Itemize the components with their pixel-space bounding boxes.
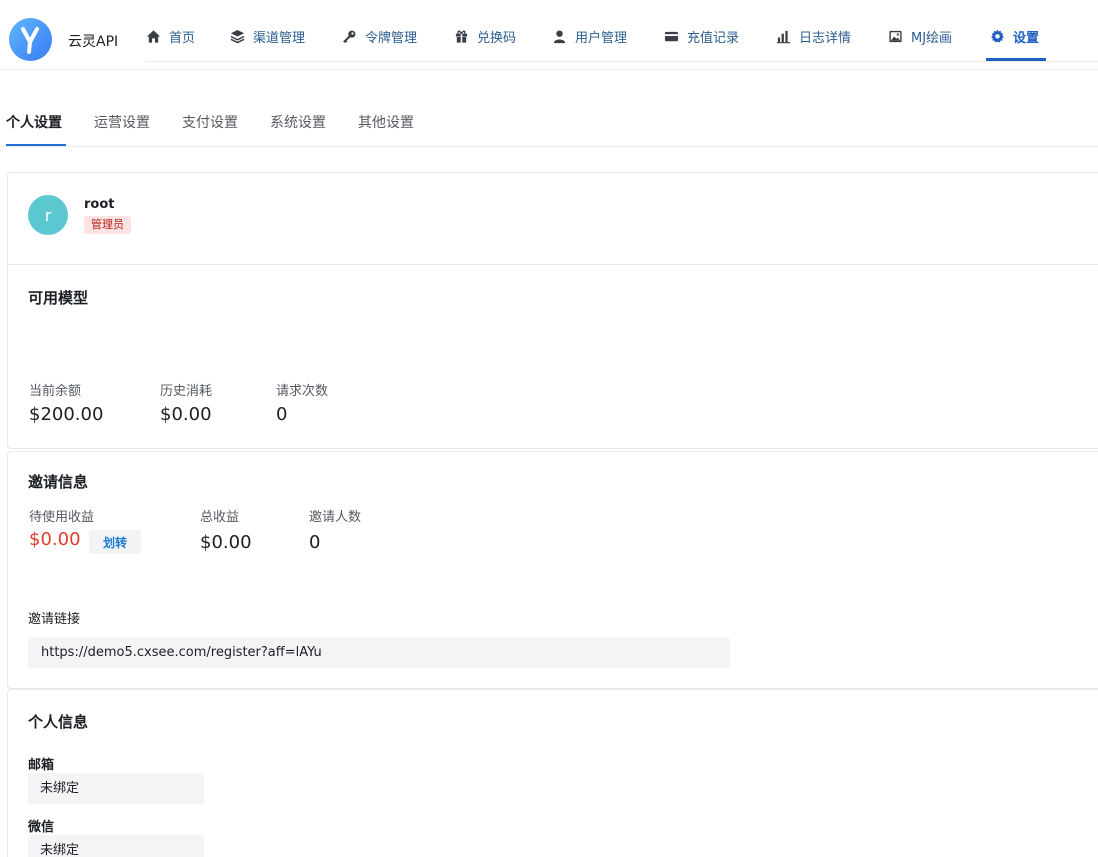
nav-item-settings[interactable]: 设置 <box>990 26 1039 46</box>
nav-item-redeem[interactable]: 兑换码 <box>454 26 516 46</box>
nav-item-label: 兑换码 <box>477 30 517 46</box>
nav-item-label: 令牌管理 <box>365 30 418 46</box>
nav-item-topup[interactable]: 充值记录 <box>664 26 739 46</box>
nav-item-mj[interactable]: MJ绘画 <box>888 26 952 46</box>
nav-item-label: 渠道管理 <box>253 30 306 46</box>
wechat-label: 微信 <box>28 820 55 835</box>
wechat-field[interactable]: 未绑定 <box>28 835 204 857</box>
nav-item-home[interactable]: 首页 <box>146 26 195 46</box>
usage-card: 可用模型 当前余额 $200.00 历史消耗 $0.00 请求次数 0 <box>7 264 1098 449</box>
gear-icon <box>991 29 1004 42</box>
invite-count-value: 0 <box>309 532 321 553</box>
email-label: 邮箱 <box>28 758 55 773</box>
user-card: r root 管理员 <box>7 172 1098 264</box>
username: root <box>84 197 115 212</box>
image-icon <box>889 30 902 42</box>
email-field[interactable]: 未绑定 <box>28 773 204 804</box>
nav-item-label: 首页 <box>169 30 196 46</box>
tab-personal-settings[interactable]: 个人设置 <box>6 112 62 132</box>
profile-card: 个人信息 邮箱 未绑定 微信 未绑定 <box>7 689 1098 857</box>
layers-icon <box>230 29 245 43</box>
invite-title: 邀请信息 <box>28 473 89 491</box>
transfer-button[interactable]: 划转 <box>89 530 141 554</box>
user-icon <box>553 30 566 43</box>
key-icon <box>343 30 356 43</box>
nav-item-label: 用户管理 <box>575 30 628 46</box>
pending-earnings-value: $0.00 <box>29 529 81 550</box>
home-icon <box>146 29 161 43</box>
bar-chart-icon <box>776 30 791 43</box>
tab-system-settings[interactable]: 系统设置 <box>270 112 326 132</box>
nav-item-logs[interactable]: 日志详情 <box>776 26 851 46</box>
tab-other-settings[interactable]: 其他设置 <box>358 112 414 132</box>
avatar[interactable]: r <box>28 195 68 235</box>
main-nav: 首页 渠道管理 令牌管理 兑换码 用户管理 充值记录 日志详情 MJ绘画 设置 <box>146 0 1098 62</box>
tab-payment-settings[interactable]: 支付设置 <box>182 112 238 132</box>
role-badge: 管理员 <box>84 216 131 234</box>
nav-item-tokens[interactable]: 令牌管理 <box>342 26 417 46</box>
tab-operation-settings[interactable]: 运营设置 <box>94 112 150 132</box>
nav-active-indicator <box>986 58 1046 61</box>
balance-value: $200.00 <box>29 404 104 425</box>
invite-count-label: 邀请人数 <box>309 510 362 525</box>
nav-item-label: 日志详情 <box>799 30 852 46</box>
invite-card: 邀请信息 待使用收益 $0.00 划转 总收益 $0.00 邀请人数 0 邀请链… <box>7 451 1098 689</box>
pending-earnings-label: 待使用收益 <box>29 510 95 525</box>
credit-card-icon <box>664 31 679 41</box>
nav-item-users[interactable]: 用户管理 <box>552 26 627 46</box>
gift-icon <box>455 30 468 43</box>
total-earnings-label: 总收益 <box>200 510 240 525</box>
invite-link-field[interactable]: https://demo5.cxsee.com/register?aff=lAY… <box>28 637 730 668</box>
nav-item-label: MJ绘画 <box>911 30 953 46</box>
logo-mark-icon <box>21 27 39 54</box>
tab-active-indicator <box>6 144 66 146</box>
requests-label: 请求次数 <box>276 384 329 399</box>
models-title: 可用模型 <box>28 289 89 307</box>
used-value: $0.00 <box>160 404 212 425</box>
settings-tabs: 个人设置 运营设置 支付设置 系统设置 其他设置 <box>0 100 1098 147</box>
profile-title: 个人信息 <box>28 713 89 731</box>
nav-item-channels[interactable]: 渠道管理 <box>230 26 305 46</box>
balance-label: 当前余额 <box>29 384 82 399</box>
nav-item-label: 充值记录 <box>687 30 740 46</box>
logo[interactable] <box>9 18 52 61</box>
nav-item-label: 设置 <box>1013 30 1040 46</box>
top-bar: 云灵API 首页 渠道管理 令牌管理 兑换码 用户管理 充值记录 日志详情 MJ… <box>0 0 1098 70</box>
total-earnings-value: $0.00 <box>200 532 252 553</box>
requests-value: 0 <box>276 404 288 425</box>
used-label: 历史消耗 <box>160 384 213 399</box>
invite-link-label: 邀请链接 <box>28 612 81 627</box>
brand-name: 云灵API <box>68 34 119 50</box>
